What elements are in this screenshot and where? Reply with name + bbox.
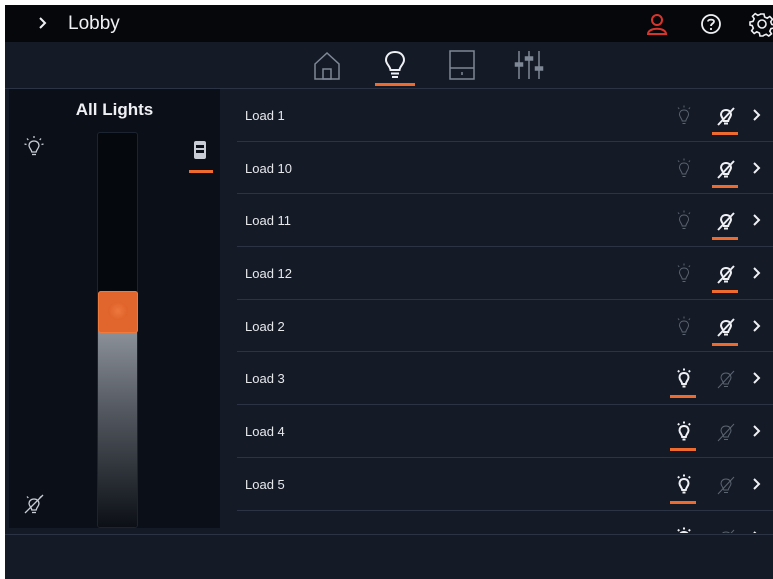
bulb-off-icon[interactable] — [715, 527, 737, 534]
load-row[interactable]: Load 10 — [237, 142, 773, 195]
tab-home[interactable] — [310, 48, 344, 82]
bulb-on-icon[interactable] — [675, 316, 693, 336]
load-row[interactable]: Load 5 — [237, 458, 773, 511]
bulb-off-icon[interactable] — [715, 158, 737, 180]
user-icon[interactable] — [645, 12, 669, 36]
load-row[interactable] — [237, 511, 773, 534]
shade-icon — [449, 50, 475, 80]
load-row[interactable]: Load 2 — [237, 300, 773, 353]
active-tab-indicator — [375, 83, 415, 86]
help-icon[interactable] — [699, 12, 723, 36]
load-row[interactable]: Load 1 — [237, 89, 773, 142]
load-name: Load 12 — [245, 266, 292, 282]
chevron-right-icon[interactable] — [751, 318, 763, 334]
bottom-bar — [5, 534, 773, 579]
tab-lights[interactable] — [378, 48, 412, 82]
chevron-right-icon[interactable] — [751, 529, 763, 534]
bulb-on-icon[interactable] — [675, 263, 693, 283]
chevron-right-icon[interactable] — [751, 107, 763, 123]
load-list: Load 1 Load 10 Load 11 Load 12 Load 2 Load 3 L… — [237, 89, 773, 533]
off-selected-indicator — [712, 132, 738, 135]
bulb-on-icon[interactable] — [675, 527, 693, 534]
chevron-right-icon[interactable] — [751, 423, 763, 439]
bulb-on-icon[interactable] — [675, 158, 693, 178]
load-row[interactable]: Load 12 — [237, 247, 773, 300]
keypad-selected-indicator — [189, 170, 213, 173]
off-selected-indicator — [712, 237, 738, 241]
load-name: Load 4 — [245, 424, 285, 440]
load-name: Load 11 — [245, 213, 292, 229]
app-root: Lobby All Lights Load 1 Load 10 Load 11 … — [5, 5, 773, 579]
home-icon — [314, 51, 340, 80]
bulb-off-icon[interactable] — [715, 474, 737, 496]
chevron-right-icon[interactable] — [751, 212, 763, 228]
off-selected-indicator — [712, 184, 738, 188]
sliders-icon — [514, 51, 544, 79]
load-name: Load 3 — [245, 371, 285, 387]
chevron-right-icon[interactable] — [751, 265, 763, 281]
bulb-on-icon[interactable] — [675, 368, 693, 388]
bulb-on-icon[interactable] — [675, 474, 693, 494]
tab-controls[interactable] — [512, 48, 546, 82]
off-selected-indicator — [712, 342, 738, 346]
bulb-off-icon[interactable] — [715, 421, 737, 443]
bulb-off-icon[interactable] — [715, 105, 737, 127]
load-name: Load 10 — [245, 160, 292, 176]
load-name: Load 5 — [245, 476, 285, 492]
off-selected-indicator — [712, 290, 738, 294]
bulb-off-icon[interactable] — [715, 316, 737, 338]
on-selected-indicator — [670, 448, 696, 452]
all-off-icon[interactable] — [23, 493, 45, 515]
on-selected-indicator — [670, 395, 696, 399]
chevron-right-icon[interactable] — [751, 160, 763, 176]
bulb-on-icon[interactable] — [675, 105, 693, 125]
bulb-icon — [384, 50, 406, 78]
chevron-right-icon[interactable] — [751, 370, 763, 386]
page-title: Lobby — [68, 13, 120, 34]
load-name: Load 2 — [245, 318, 285, 334]
on-selected-indicator — [670, 500, 696, 504]
bulb-off-icon[interactable] — [715, 368, 737, 390]
load-name: Load 1 — [245, 108, 285, 123]
header-bar: Lobby — [5, 5, 773, 42]
dimmer-thumb[interactable] — [98, 291, 138, 334]
all-on-icon[interactable] — [23, 135, 45, 157]
tab-shades[interactable] — [445, 48, 479, 82]
bulb-on-icon[interactable] — [675, 210, 693, 230]
chevron-right-icon[interactable] — [33, 11, 53, 35]
panel-title: All Lights — [75, 100, 154, 119]
load-row[interactable]: Load 3 — [237, 352, 773, 406]
bulb-off-icon[interactable] — [715, 210, 737, 232]
keypad-icon[interactable] — [193, 140, 207, 160]
load-row[interactable]: Load 11 — [237, 194, 773, 248]
bulb-off-icon[interactable] — [715, 263, 737, 285]
all-lights-panel: All Lights — [9, 89, 220, 528]
chevron-right-icon[interactable] — [751, 476, 763, 492]
bulb-on-icon[interactable] — [675, 421, 693, 441]
dimmer-fill — [98, 311, 137, 527]
load-row[interactable]: Load 4 — [237, 405, 773, 458]
gear-icon[interactable] — [749, 11, 773, 37]
tab-bar — [5, 42, 773, 89]
